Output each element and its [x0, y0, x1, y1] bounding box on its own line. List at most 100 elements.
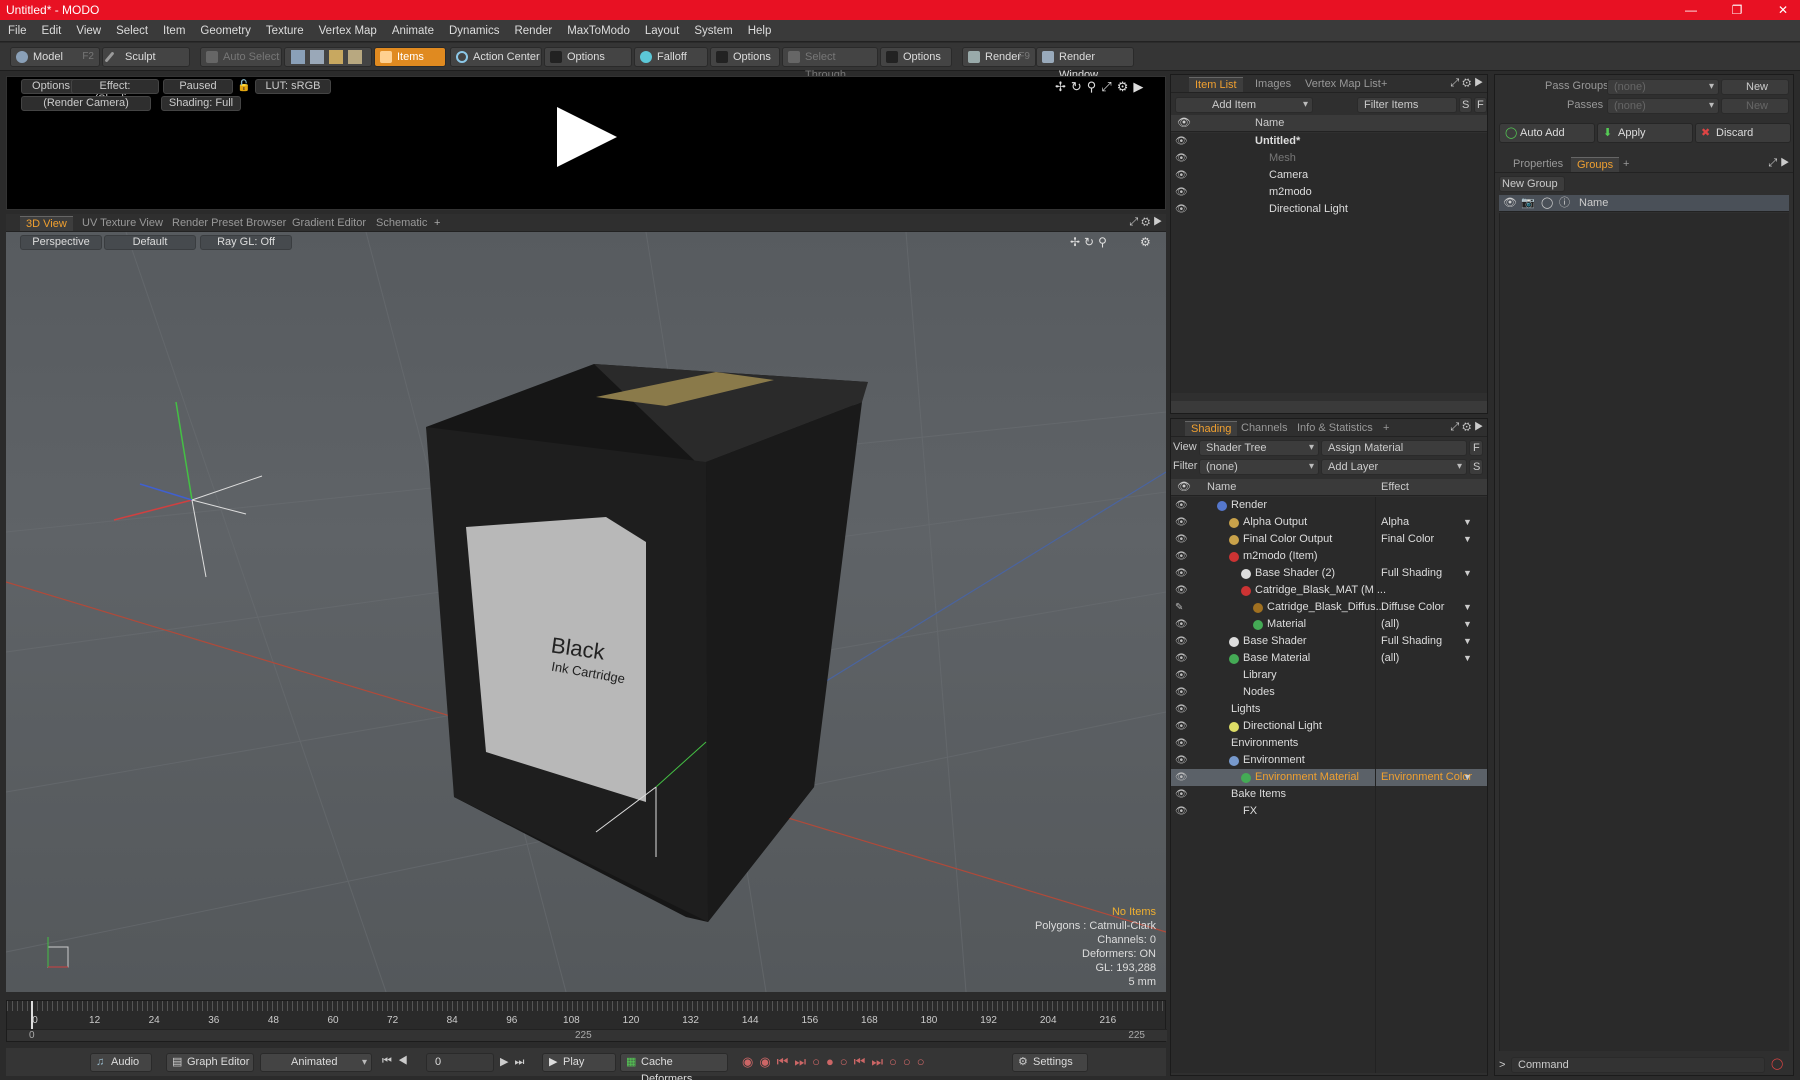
visibility-eye-icon[interactable]: 👁 [1175, 531, 1188, 548]
visibility-eye-icon[interactable]: 👁 [1175, 684, 1188, 701]
tab-channels[interactable]: Channels [1235, 421, 1293, 436]
item-list-name-column[interactable]: Name [1255, 115, 1284, 132]
effect-dropdown-icon[interactable]: ▼ [1463, 514, 1472, 531]
default-style-dropdown[interactable]: Default [104, 235, 196, 250]
menu-texture[interactable]: Texture [266, 25, 304, 37]
menu-help[interactable]: Help [748, 25, 772, 37]
cache-deformers-button[interactable]: ▦ Cache Deformers [620, 1053, 728, 1080]
viewport-nav-icons[interactable]: ✢↻⚲ [1070, 235, 1111, 249]
auto-add-button[interactable]: ◯ Auto Add [1499, 123, 1595, 143]
menu-select[interactable]: Select [116, 25, 148, 37]
falloff-button[interactable]: Falloff [634, 47, 708, 67]
tab-images[interactable]: Images [1249, 77, 1297, 92]
shader-tree-row[interactable]: 👁 m2modo (Item) [1171, 548, 1487, 565]
shader-tree-row[interactable]: 👁 Base Shader Full Shading ▼ [1171, 633, 1487, 650]
polygons-mode-icon[interactable] [329, 50, 343, 64]
item-list-hscrollbar[interactable] [1171, 401, 1487, 413]
render-camera-dropdown[interactable]: (Render Camera) [21, 96, 151, 111]
shader-tree-row-effect[interactable]: (all) [1381, 650, 1399, 667]
visibility-eye-icon[interactable]: 👁 [1175, 616, 1188, 633]
tab-schematic[interactable]: Schematic [370, 216, 433, 231]
timeline[interactable]: 0 12 24 36 48 60 72 84 96 108 120 132 144 156 168 180 19… [6, 1000, 1167, 1042]
render-window-button[interactable]: Render Window [1036, 47, 1134, 81]
menu-animate[interactable]: Animate [392, 25, 434, 37]
raygl-dropdown[interactable]: Ray GL: Off [200, 235, 292, 250]
shader-tree-row[interactable]: 👁 Library [1171, 667, 1487, 684]
materials-mode-icon[interactable] [348, 50, 362, 64]
visibility-eye-icon[interactable]: 👁 [1175, 201, 1188, 218]
add-tab-icon[interactable]: + [1375, 77, 1393, 92]
visibility-eye-icon[interactable]: 👁 [1175, 548, 1188, 565]
filter-items-input[interactable]: Filter Items [1357, 97, 1457, 113]
visibility-eye-icon[interactable]: 👁 [1175, 633, 1188, 650]
filter-dropdown[interactable]: (none) [1199, 459, 1319, 475]
command-input[interactable]: Command [1511, 1057, 1765, 1073]
new-pass-group-button[interactable]: New [1721, 79, 1789, 95]
shader-tree-row-effect[interactable]: Full Shading [1381, 633, 1442, 650]
perspective-dropdown[interactable]: Perspective [20, 235, 102, 250]
select-through-options-button[interactable]: Options [880, 47, 952, 67]
effect-dropdown-icon[interactable]: ▼ [1463, 599, 1472, 616]
visibility-eye-icon[interactable]: 👁 [1175, 184, 1188, 201]
apply-button[interactable]: ⬇ Apply [1597, 123, 1693, 143]
vertices-mode-icon[interactable] [291, 50, 305, 64]
assign-material-button[interactable]: Assign Material [1321, 440, 1467, 456]
effect-dropdown-icon[interactable]: ▼ [1463, 650, 1472, 667]
minimize-icon[interactable]: — [1668, 0, 1714, 20]
menu-dynamics[interactable]: Dynamics [449, 25, 499, 37]
timeline-current-frame-marker[interactable] [31, 1001, 33, 1031]
menu-edit[interactable]: Edit [42, 25, 62, 37]
visibility-eye-icon[interactable]: 👁 [1175, 752, 1188, 769]
menu-maxtomodo[interactable]: MaxToModo [567, 25, 630, 37]
shader-tree-row[interactable]: 👁 Base Shader (2) Full Shading ▼ [1171, 565, 1487, 582]
visibility-eye-icon[interactable]: 👁 [1175, 565, 1188, 582]
lock-icon[interactable]: 🔓 [237, 79, 251, 92]
visibility-eye-icon[interactable]: 👁 [1175, 497, 1188, 514]
audio-button[interactable]: ♫ Audio [90, 1053, 152, 1072]
shader-effect-column[interactable]: Effect [1381, 479, 1409, 496]
effect-dropdown-icon[interactable]: ▼ [1463, 531, 1472, 548]
visibility-eye-icon[interactable]: 👁 [1175, 133, 1188, 150]
shader-tree-row[interactable]: 👁 Lights [1171, 701, 1487, 718]
menu-vertex-map[interactable]: Vertex Map [319, 25, 377, 37]
visibility-eye-icon[interactable]: 👁 [1175, 150, 1188, 167]
passes-dropdown[interactable]: (none) [1607, 98, 1719, 114]
shader-tree-row-effect[interactable]: Alpha [1381, 514, 1409, 531]
animated-dropdown[interactable]: Animated [260, 1053, 372, 1072]
current-frame-field[interactable]: 0 [426, 1053, 494, 1072]
menu-render[interactable]: Render [514, 25, 552, 37]
shader-tree-row[interactable]: 👁 Directional Light [1171, 718, 1487, 735]
visibility-eye-icon[interactable]: 👁 [1175, 769, 1188, 786]
filter-s-button[interactable]: S [1459, 97, 1472, 113]
tab-groups[interactable]: Groups [1571, 157, 1620, 172]
edges-mode-icon[interactable] [310, 50, 324, 64]
preview-effect-dropdown[interactable]: Effect: (Shadi... [71, 79, 159, 105]
shader-tree-row[interactable]: 👁 Bake Items [1171, 786, 1487, 803]
tab-3d-view[interactable]: 3D View [20, 216, 73, 231]
shader-tree-row-effect[interactable]: Diffuse Color [1381, 599, 1444, 616]
add-tab-icon[interactable]: + [1377, 421, 1395, 436]
shading-s-button[interactable]: S [1469, 459, 1483, 475]
tab-shading[interactable]: Shading [1185, 421, 1238, 436]
shader-tree-row[interactable]: 👁 Material (all) ▼ [1171, 616, 1487, 633]
item-list-row[interactable]: 👁 Mesh [1171, 150, 1487, 167]
shader-tree-row[interactable]: 👁 Environments [1171, 735, 1487, 752]
new-pass-button[interactable]: New [1721, 98, 1789, 114]
lut-dropdown[interactable]: LUT: sRGB [255, 79, 331, 94]
sculpt-button[interactable]: Sculpt [102, 47, 190, 67]
item-list-row[interactable]: 👁 Directional Light [1171, 201, 1487, 218]
shader-tree-row[interactable]: 👁 FX [1171, 803, 1487, 820]
tab-item-list[interactable]: Item List [1189, 77, 1243, 92]
shader-name-column[interactable]: Name [1207, 479, 1236, 496]
viewport-expand-icon[interactable]: ⤢ ⚙ ▶ [1129, 216, 1162, 229]
add-item-dropdown[interactable]: Add Item [1175, 97, 1313, 113]
visibility-eye-icon[interactable]: 👁 [1175, 803, 1188, 820]
filter-f-button[interactable]: F [1474, 97, 1487, 113]
tab-uv-texture-view[interactable]: UV Texture View [76, 216, 169, 231]
tab-info-statistics[interactable]: Info & Statistics [1291, 421, 1379, 436]
record-key-icons[interactable]: ◉◉⏮⏭○●○⏮⏭○○○ [742, 1054, 931, 1070]
add-tab-icon[interactable]: + [1617, 157, 1635, 172]
shading-f-button[interactable]: F [1469, 440, 1483, 456]
shader-tree-row[interactable]: 👁 Catridge_Blask_MAT (M ... [1171, 582, 1487, 599]
panel-menu-icon[interactable]: ⤢ ▶ [1768, 157, 1789, 170]
